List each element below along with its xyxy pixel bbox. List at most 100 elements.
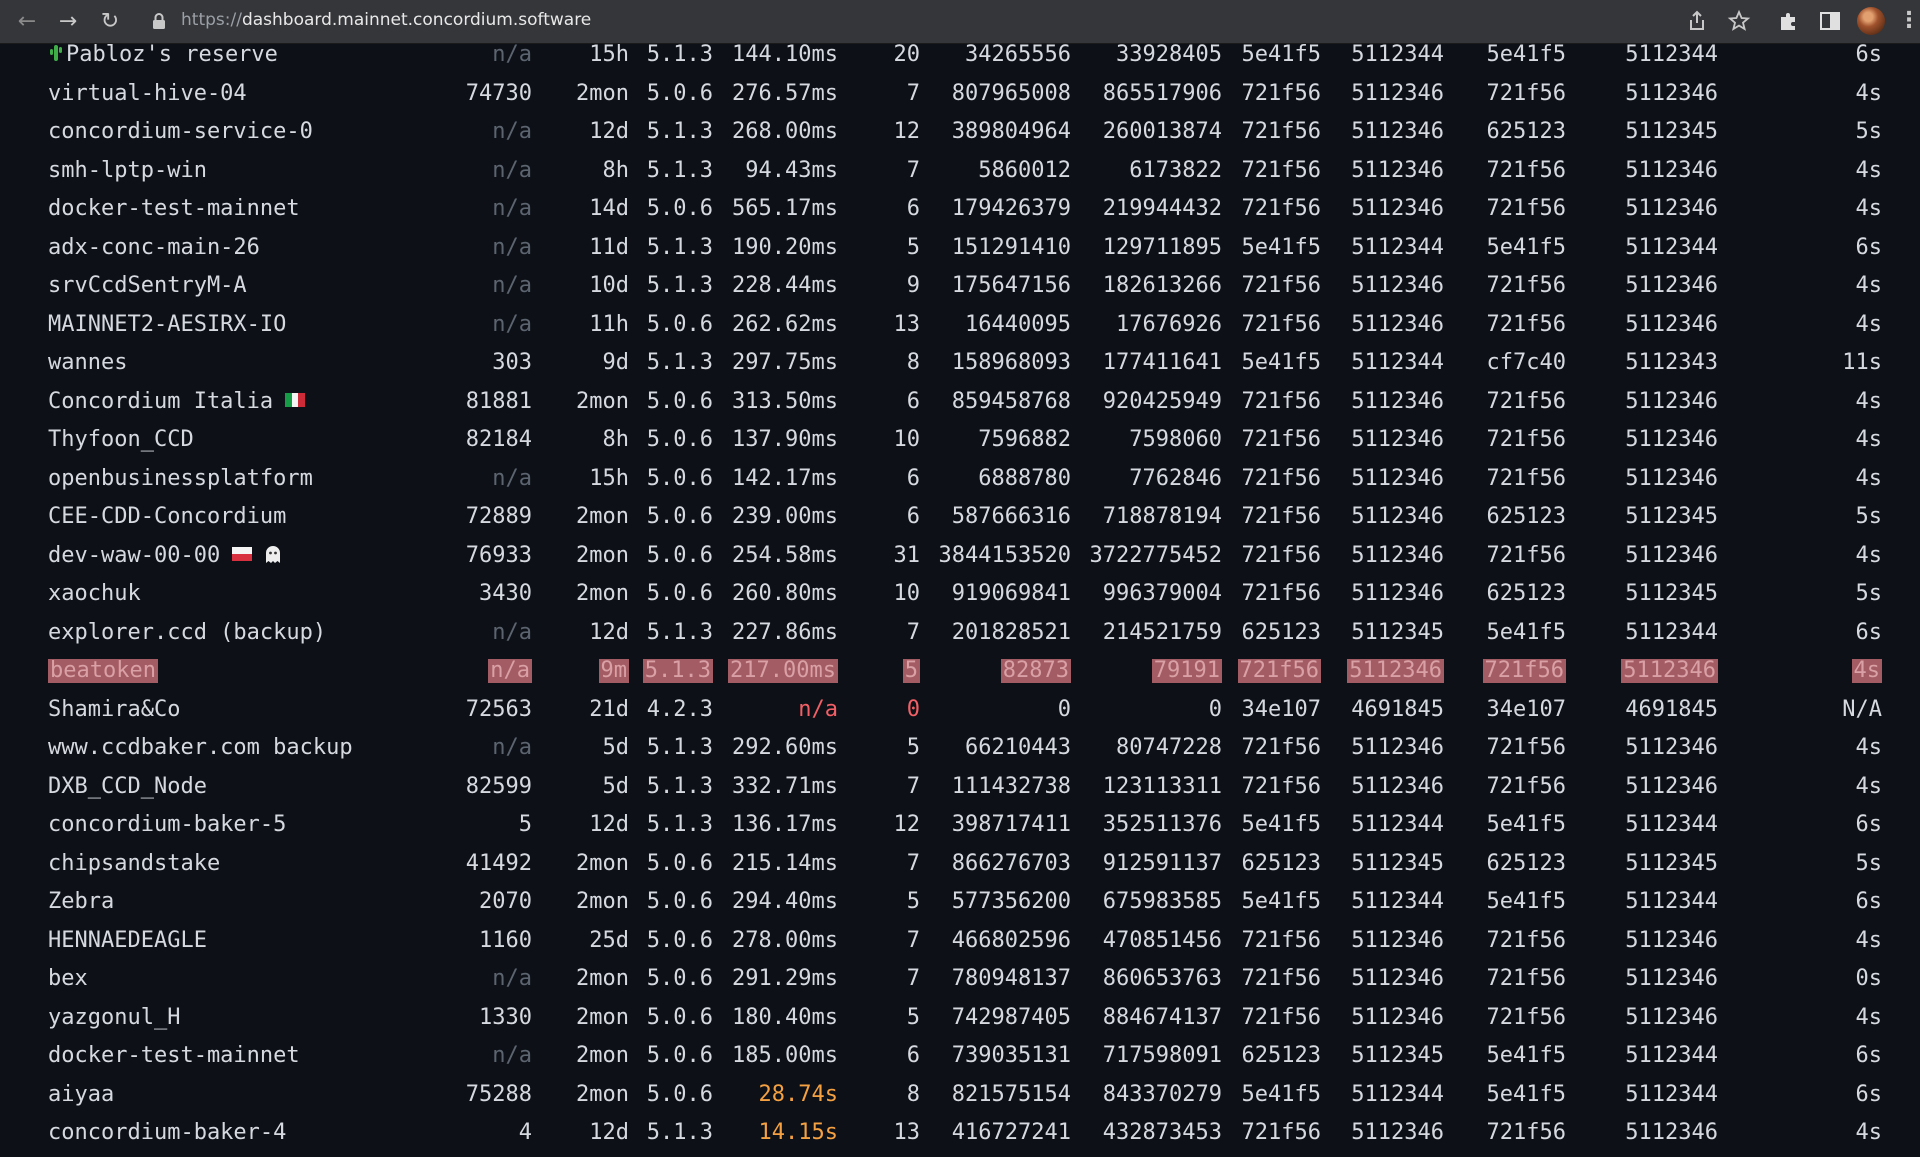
best-block-hash-cell: 5e41f5 [1241, 1081, 1321, 1107]
table-row[interactable]: srvCcdSentryM-A n/a 10d 5.1.3 228.44ms 9 17564… [0, 266, 1920, 305]
version-cell: 5.1.3 [646, 119, 713, 144]
finalized-block-hash-cell: 721f56 [1486, 735, 1566, 760]
sent-cell: 807965008 [951, 80, 1071, 106]
finalized-block-height-cell: 5112346 [1625, 388, 1718, 414]
peers-cell: 9 [906, 273, 920, 298]
received-cell: 17676926 [1116, 311, 1222, 337]
table-row[interactable]: dev-waw-00-00 76933 2mon 5.0.6 254.58ms 31 384… [0, 536, 1920, 575]
finalized-block-hash-cell: 625123 [1486, 850, 1566, 876]
table-row[interactable]: wannes 303 9d 5.1.3 297.75ms 8 158968093 177411… [0, 343, 1920, 382]
received-cell: 3722775452 [1089, 542, 1222, 568]
version-cell: 5.1.3 [646, 234, 713, 260]
uptime-cell: 8h [602, 427, 630, 452]
url-host: dashboard.mainnet.concordium.software [241, 10, 592, 30]
block-age-cell: 5s [1855, 581, 1883, 606]
uptime-cell: 21d [589, 696, 629, 722]
node-name-cell: xaochuk [48, 582, 141, 606]
uptime-cell: 11h [589, 311, 629, 337]
block-age-cell: 5s [1855, 850, 1883, 876]
finalized-block-height-cell: 5112345 [1625, 119, 1718, 144]
received-cell: 6173822 [1129, 157, 1222, 183]
peers-cell: 31 [893, 542, 921, 568]
table-row[interactable]: adx-conc-main-26 n/a 11d 5.1.3 190.20ms 5 1512… [0, 228, 1920, 267]
block-age-cell: 4s [1855, 273, 1883, 298]
table-row[interactable]: yazgonul_H 1330 2mon 5.0.6 180.40ms 5 74298740… [0, 998, 1920, 1037]
reload-icon[interactable]: ↻ [95, 6, 125, 36]
star-icon[interactable] [1727, 9, 1751, 33]
node-name: srvCcdSentryM-A [48, 273, 247, 298]
table-row[interactable]: DXB_CCD_Node 82599 5d 5.1.3 332.71ms 7 1114327… [0, 767, 1920, 806]
received-cell: 843370279 [1102, 1081, 1222, 1107]
finalized-block-height-cell: 5112346 [1625, 273, 1718, 298]
table-row[interactable]: docker-test-mainnet n/a 14d 5.0.6 565.17ms 6 1… [0, 189, 1920, 228]
table-row[interactable]: explorer.ccd (backup) n/a 12d 5.1.3 227.86ms… [0, 613, 1920, 652]
table-row[interactable]: concordium-baker-4 4 12d 5.1.3 14.15s 13 41672… [0, 1113, 1920, 1152]
table-row[interactable]: docker-test-mainnet n/a 2mon 5.0.6 185.00ms 6… [0, 1036, 1920, 1075]
table-row[interactable]: smh-lptp-win n/a 8h 5.1.3 94.43ms 7 5860012 617… [0, 151, 1920, 190]
table-row[interactable]: MAINNET2-AESIRX-IO n/a 11h 5.0.6 262.62ms 13 1… [0, 305, 1920, 344]
node-name: docker-test-mainnet [48, 196, 300, 221]
version-cell: 4.2.3 [646, 696, 713, 722]
node-id-cell: n/a [492, 966, 532, 991]
table-row[interactable]: CEE-CDD-Concordium 72889 2mon 5.0.6 239.00ms… [0, 497, 1920, 536]
version-cell: 5.1.3 [646, 1120, 713, 1145]
uptime-cell: 2mon [576, 80, 629, 106]
node-name-cell: chipsandstake [48, 851, 220, 876]
best-block-hash-cell: 721f56 [1241, 157, 1321, 183]
received-cell: 80747228 [1116, 735, 1222, 760]
more-menu-icon[interactable]: ⋮ [1898, 8, 1920, 33]
table-row[interactable]: xaochuk 3430 2mon 5.0.6 260.80ms 10 919069841 9… [0, 574, 1920, 613]
node-id-cell: n/a [492, 119, 532, 144]
table-row[interactable]: concordium-service-0 n/a 12d 5.1.3 268.00ms 1… [0, 112, 1920, 151]
node-id-cell: n/a [492, 735, 532, 760]
finalized-block-height-cell: 5112344 [1625, 234, 1718, 260]
table-row[interactable]: bex n/a 2mon 5.0.6 291.29ms 7 780948137 8606537… [0, 959, 1920, 998]
uptime-cell: 9d [602, 350, 630, 375]
peers-cell: 7 [906, 157, 920, 183]
table-row[interactable]: Concordium Italia 81881 2mon 5.0.6 313.50ms 6… [0, 382, 1920, 421]
table-row[interactable]: Thyfoon_CCD 82184 8h 5.0.6 137.90ms 10 7596882… [0, 420, 1920, 459]
version-cell: 5.0.6 [646, 504, 713, 529]
node-id-cell: 41492 [465, 850, 532, 876]
table-row[interactable]: openbusinessplatform n/a 15h 5.0.6 142.17ms 6… [0, 459, 1920, 498]
table-row[interactable]: Zebra 2070 2mon 5.0.6 294.40ms 5 577356200 6759… [0, 882, 1920, 921]
finalized-block-hash-cell: 5e41f5 [1486, 1081, 1566, 1107]
profile-avatar[interactable] [1857, 7, 1885, 35]
table-row[interactable]: www.ccdbaker.com backup n/a 5d 5.1.3 292.60m… [0, 728, 1920, 767]
table-row-highlighted[interactable]: beatoken n/a 9m 5.1.3 217.00ms 5 82873 79191 721… [0, 651, 1920, 690]
best-block-height-cell: 5112346 [1347, 658, 1444, 683]
received-cell: 123113311 [1102, 773, 1222, 799]
block-age-cell: 6s [1855, 1081, 1883, 1107]
sent-cell: 66210443 [965, 735, 1071, 760]
table-row[interactable]: HENNAEDEAGLE 1160 25d 5.0.6 278.00ms 7 4668025… [0, 921, 1920, 960]
node-name: concordium-baker-5 [48, 812, 287, 837]
back-arrow-icon[interactable]: ← [12, 6, 42, 36]
best-block-hash-cell: 721f56 [1241, 581, 1321, 606]
forward-arrow-icon[interactable]: → [53, 6, 83, 36]
share-icon[interactable] [1685, 9, 1709, 33]
node-id-cell: 3430 [479, 581, 532, 606]
table-row[interactable]: virtual-hive-04 74730 2mon 5.0.6 276.57ms 7 80… [0, 74, 1920, 113]
finalized-block-height-cell: 5112346 [1625, 966, 1718, 991]
node-name-cell: yazgonul_H [48, 1005, 180, 1030]
side-panel-icon[interactable] [1818, 9, 1842, 33]
node-id-cell: 1160 [479, 927, 532, 953]
extensions-puzzle-icon[interactable] [1777, 9, 1801, 33]
latency-cell: 14.15s [758, 1120, 838, 1145]
sent-cell: 5860012 [978, 157, 1071, 183]
lock-icon[interactable] [150, 12, 168, 30]
best-block-hash-cell: 5e41f5 [1241, 812, 1321, 837]
table-row[interactable]: aiyaa 75288 2mon 5.0.6 28.74s 8 821575154 84337… [0, 1075, 1920, 1114]
uptime-cell: 15h [589, 42, 629, 67]
finalized-block-hash-cell: 5e41f5 [1486, 42, 1566, 67]
address-bar[interactable]: https://dashboard.mainnet.concordium.sof… [181, 10, 591, 30]
table-row[interactable]: concordium-baker-5 5 12d 5.1.3 136.17ms 12 398… [0, 805, 1920, 844]
received-cell: 214521759 [1102, 619, 1222, 645]
table-row[interactable]: chipsandstake 41492 2mon 5.0.6 215.14ms 7 8662… [0, 844, 1920, 883]
ghost-icon [266, 545, 281, 563]
uptime-cell: 2mon [576, 850, 629, 876]
table-row[interactable]: Pabloz's reserve n/a 15h 5.1.3 144.10ms 20 342… [0, 35, 1920, 74]
latency-cell: 291.29ms [732, 966, 838, 991]
table-row[interactable]: Shamira&Co 72563 21d 4.2.3 n/a 0 0 0 34e107 46918… [0, 690, 1920, 729]
finalized-block-height-cell: 5112346 [1625, 80, 1718, 106]
